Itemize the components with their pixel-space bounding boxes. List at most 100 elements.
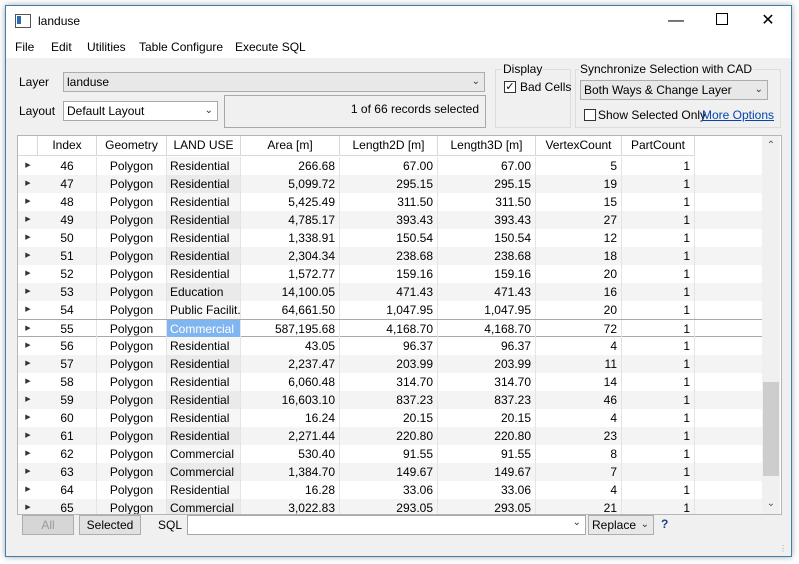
cell-area[interactable]: 16.28 [241,481,340,499]
cell-geometry[interactable]: Polygon [97,463,167,481]
cell-land-use[interactable]: Residential [167,175,241,193]
cell-area[interactable]: 6,060.48 [241,373,340,391]
menu-utilities[interactable]: Utilities [87,40,126,54]
table-row[interactable]: ▶ 65 Polygon Commercial 3,022.83 293.05 293.05… [18,499,762,514]
menu-edit[interactable]: Edit [51,40,72,54]
table-row[interactable]: ▶ 55 Polygon Commercial 587,195.68 4,168.70 4,… [18,319,762,338]
cell-geometry[interactable]: Polygon [97,265,167,283]
column-header-land-use[interactable]: LAND USE [167,136,241,156]
cell-length3d[interactable]: 67.00 [438,157,536,175]
cell-area[interactable]: 1,572.77 [241,265,340,283]
cell-index[interactable]: 65 [38,499,97,514]
cell-vertex-count[interactable]: 12 [536,229,622,247]
cell-index[interactable]: 49 [38,211,97,229]
cell-land-use[interactable]: Residential [167,211,241,229]
cell-length2d[interactable]: 295.15 [340,175,438,193]
row-expand-icon[interactable]: ▶ [18,193,38,211]
table-row[interactable]: ▶ 60 Polygon Residential 16.24 20.15 20.15 4 1 [18,409,762,427]
cell-length3d[interactable]: 295.15 [438,175,536,193]
cell-length2d[interactable]: 293.05 [340,499,438,514]
cell-land-use[interactable]: Residential [167,193,241,211]
cell-length2d[interactable]: 238.68 [340,247,438,265]
table-row[interactable]: ▶ 64 Polygon Residential 16.28 33.06 33.06 4 1 [18,481,762,499]
column-header-geometry[interactable]: Geometry [97,136,167,156]
cell-part-count[interactable]: 1 [622,320,695,338]
cell-length2d[interactable]: 96.37 [340,337,438,355]
cell-vertex-count[interactable]: 21 [536,499,622,514]
cell-area[interactable]: 266.68 [241,157,340,175]
cell-area[interactable]: 1,338.91 [241,229,340,247]
cell-geometry[interactable]: Polygon [97,229,167,247]
row-expand-icon[interactable]: ▶ [18,409,38,427]
cell-length2d[interactable]: 4,168.70 [340,320,438,338]
cell-geometry[interactable]: Polygon [97,481,167,499]
cell-part-count[interactable]: 1 [622,445,695,463]
cell-land-use[interactable]: Public Facilit... [167,301,241,319]
column-header-part-count[interactable]: PartCount [622,136,695,156]
row-expand-icon[interactable]: ▶ [18,373,38,391]
cell-area[interactable]: 2,271.44 [241,427,340,445]
cell-index[interactable]: 57 [38,355,97,373]
cell-vertex-count[interactable]: 19 [536,175,622,193]
all-button[interactable]: All [22,515,74,535]
cell-part-count[interactable]: 1 [622,373,695,391]
cell-index[interactable]: 64 [38,481,97,499]
cell-index[interactable]: 59 [38,391,97,409]
table-row[interactable]: ▶ 58 Polygon Residential 6,060.48 314.70 314.7… [18,373,762,391]
cell-vertex-count[interactable]: 46 [536,391,622,409]
cell-geometry[interactable]: Polygon [97,373,167,391]
cell-length3d[interactable]: 159.16 [438,265,536,283]
cell-part-count[interactable]: 1 [622,337,695,355]
cell-land-use[interactable]: Residential [167,409,241,427]
row-expand-icon[interactable]: ▶ [18,211,38,229]
cell-vertex-count[interactable]: 16 [536,283,622,301]
cell-length2d[interactable]: 393.43 [340,211,438,229]
cell-land-use[interactable]: Residential [167,229,241,247]
table-row[interactable]: ▶ 54 Polygon Public Facilit... 64,661.50 1,04… [18,301,762,319]
cell-length2d[interactable]: 220.80 [340,427,438,445]
row-expand-icon[interactable]: ▶ [18,265,38,283]
cell-vertex-count[interactable]: 4 [536,409,622,427]
cell-length3d[interactable]: 1,047.95 [438,301,536,319]
cell-area[interactable]: 5,099.72 [241,175,340,193]
cell-length3d[interactable]: 149.67 [438,463,536,481]
cell-index[interactable]: 46 [38,157,97,175]
cell-area[interactable]: 2,304.34 [241,247,340,265]
cell-index[interactable]: 48 [38,193,97,211]
cell-vertex-count[interactable]: 4 [536,481,622,499]
cell-length2d[interactable]: 837.23 [340,391,438,409]
cell-part-count[interactable]: 1 [622,463,695,481]
cell-part-count[interactable]: 1 [622,355,695,373]
row-expand-icon[interactable]: ▶ [18,247,38,265]
cell-area[interactable]: 587,195.68 [241,320,340,338]
column-header-index[interactable]: Index [38,136,97,156]
bad-cells-checkbox[interactable]: ✓ [504,81,516,93]
cell-land-use[interactable]: Residential [167,157,241,175]
more-options-link[interactable]: More Options [702,108,774,122]
table-row[interactable]: ▶ 63 Polygon Commercial 1,384.70 149.67 149.67… [18,463,762,481]
cell-vertex-count[interactable]: 4 [536,337,622,355]
cell-vertex-count[interactable]: 7 [536,463,622,481]
cell-index[interactable]: 47 [38,175,97,193]
cell-geometry[interactable]: Polygon [97,301,167,319]
cell-vertex-count[interactable]: 18 [536,247,622,265]
table-row[interactable]: ▶ 49 Polygon Residential 4,785.17 393.43 393.4… [18,211,762,229]
cell-length2d[interactable]: 471.43 [340,283,438,301]
cell-area[interactable]: 43.05 [241,337,340,355]
maximize-button[interactable] [699,6,745,36]
cell-length3d[interactable]: 293.05 [438,499,536,514]
cell-length3d[interactable]: 311.50 [438,193,536,211]
cell-geometry[interactable]: Polygon [97,337,167,355]
cell-index[interactable]: 60 [38,409,97,427]
cell-part-count[interactable]: 1 [622,427,695,445]
minimize-button[interactable]: — [653,6,699,36]
table-row[interactable]: ▶ 50 Polygon Residential 1,338.91 150.54 150.5… [18,229,762,247]
cell-length2d[interactable]: 149.67 [340,463,438,481]
row-expand-icon[interactable]: ▶ [18,229,38,247]
cell-index[interactable]: 62 [38,445,97,463]
cell-length3d[interactable]: 96.37 [438,337,536,355]
table-row[interactable]: ▶ 52 Polygon Residential 1,572.77 159.16 159.1… [18,265,762,283]
row-expand-icon[interactable]: ▶ [18,499,38,514]
cell-part-count[interactable]: 1 [622,211,695,229]
cell-part-count[interactable]: 1 [622,157,695,175]
